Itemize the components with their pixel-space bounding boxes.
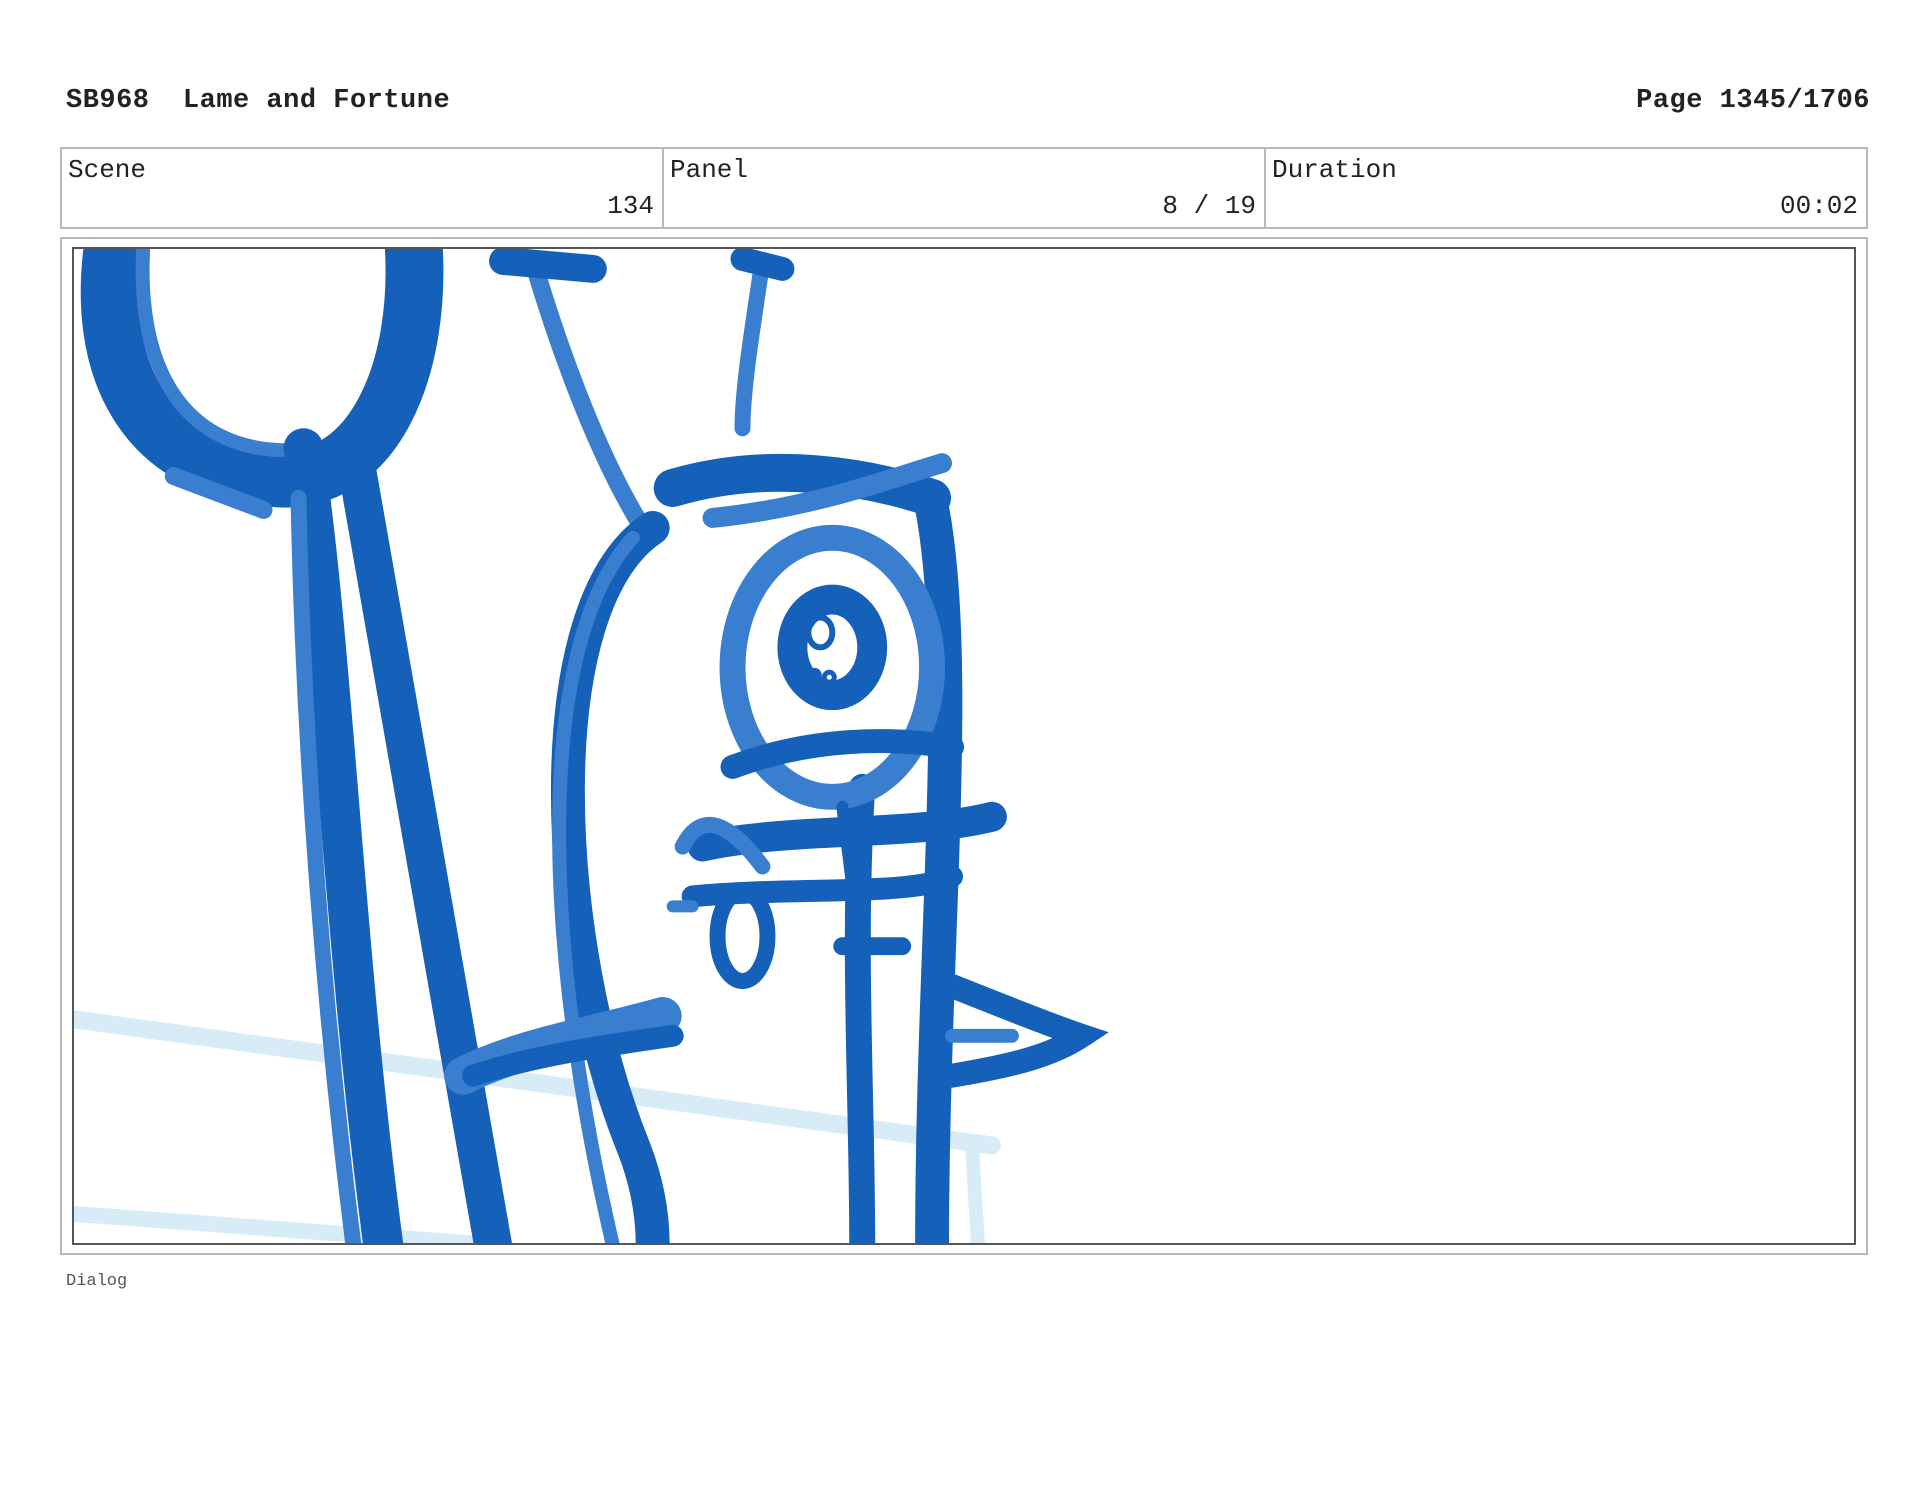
scene-cell: Scene 134 bbox=[62, 149, 664, 227]
arms-sketch bbox=[444, 974, 1109, 1095]
scene-label: Scene bbox=[68, 155, 147, 185]
panel-value: 8 / 19 bbox=[1162, 191, 1256, 221]
duration-label: Duration bbox=[1272, 155, 1397, 185]
storyboard-panel bbox=[72, 247, 1856, 1245]
sketch-drawing bbox=[74, 249, 1109, 1243]
pole-sketch bbox=[283, 428, 512, 1243]
dialog-label: Dialog bbox=[66, 1272, 128, 1291]
panel-label: Panel bbox=[670, 155, 749, 185]
page-number: Page 1345/1706 bbox=[1636, 86, 1870, 116]
scene-value: 134 bbox=[607, 191, 654, 221]
production-title: SB968 Lame and Fortune bbox=[66, 86, 451, 116]
duration-cell: Duration 00:02 bbox=[1266, 149, 1866, 227]
duration-value: 00:02 bbox=[1779, 191, 1858, 221]
panel-info-table: Scene 134 Panel 8 / 19 Duration 00:02 bbox=[60, 147, 1868, 229]
storyboard-panel-frame bbox=[60, 237, 1868, 1255]
panel-cell: Panel 8 / 19 bbox=[664, 149, 1266, 227]
